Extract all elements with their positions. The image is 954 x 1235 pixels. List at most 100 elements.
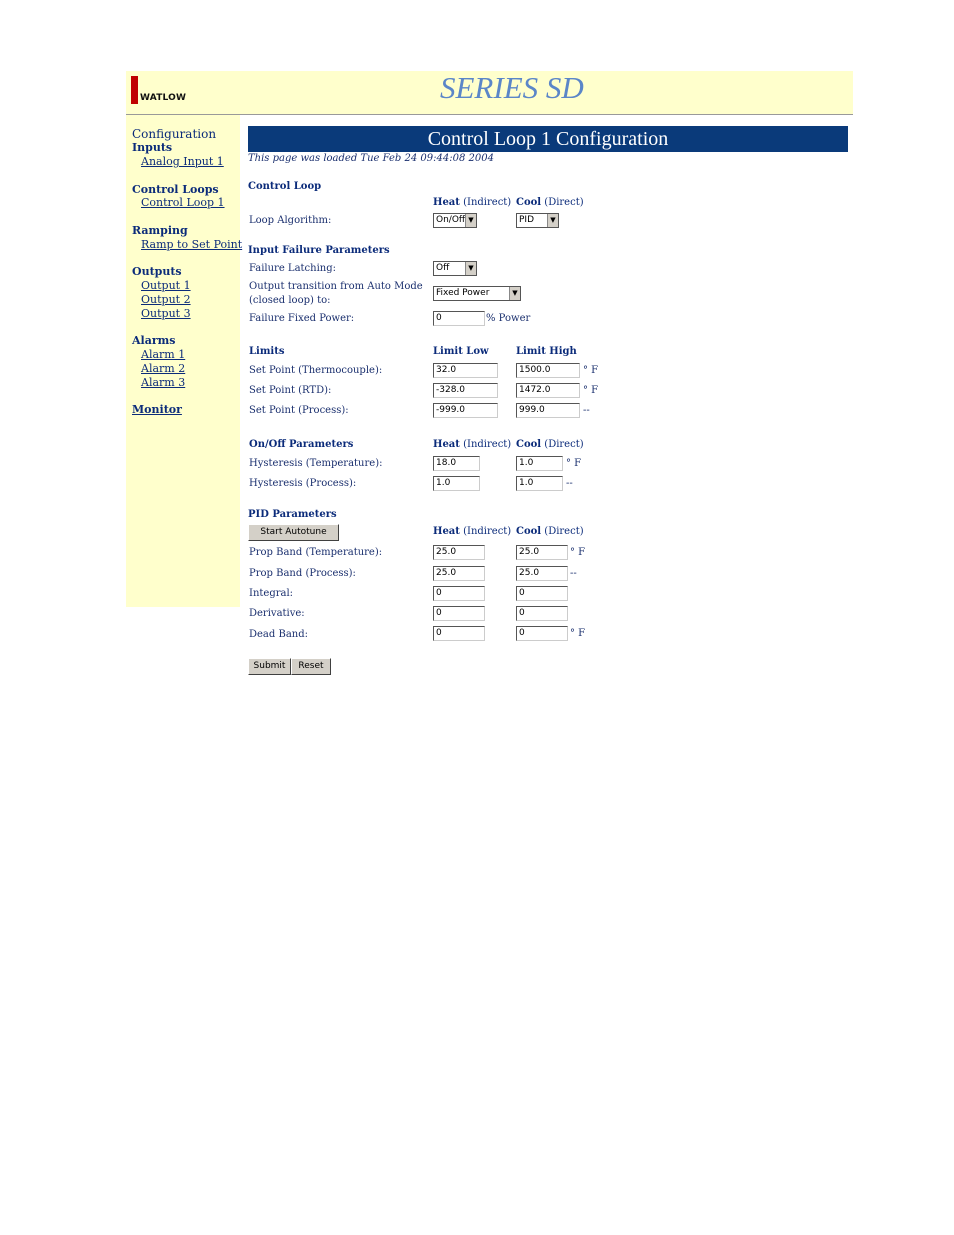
sidebar-heading-ramping: Ramping xyxy=(132,224,188,237)
sidebar-link-monitor[interactable]: Monitor xyxy=(132,403,182,416)
cool-algorithm-value: PID xyxy=(519,215,535,225)
cool-algorithm-select[interactable]: PID ▼ xyxy=(516,213,559,228)
hysteresis-unit: ° F xyxy=(566,458,582,469)
limit-low-input[interactable]: 32.0 xyxy=(433,363,498,378)
section-input-failure: Input Failure Parameters xyxy=(248,245,390,256)
output-transition-select[interactable]: Fixed Power ▼ xyxy=(433,286,521,301)
start-autotune-button[interactable]: Start Autotune xyxy=(248,524,339,541)
column-heat-suffix: (Indirect) xyxy=(459,197,512,208)
failure-fixed-power-input[interactable]: 0 xyxy=(433,311,485,326)
column-heat-indirect: Heat (Indirect) xyxy=(433,439,511,450)
dropdown-arrow-icon: ▼ xyxy=(465,262,476,275)
column-heat-word: Heat xyxy=(433,439,460,450)
pid-row-label: Dead Band: xyxy=(249,629,308,640)
column-cool-suffix: (Direct) xyxy=(541,197,584,208)
limit-unit: ° F xyxy=(583,385,599,396)
sidebar-link-alarm-1[interactable]: Alarm 1 xyxy=(141,348,185,361)
failure-fixed-power-label: Failure Fixed Power: xyxy=(249,313,355,324)
sidebar-heading-inputs: Inputs xyxy=(132,141,173,154)
hysteresis-cool-input[interactable]: 1.0 xyxy=(516,476,563,491)
output-transition-label-line1: Output transition from Auto Mode xyxy=(249,281,423,292)
column-heat-indirect: Heat (Indirect) xyxy=(433,526,511,537)
loop-algorithm-label: Loop Algorithm: xyxy=(249,215,332,226)
pid-cool-input[interactable]: 25.0 xyxy=(516,566,568,581)
hysteresis-heat-input[interactable]: 18.0 xyxy=(433,456,480,471)
logo-red-bar-icon xyxy=(131,76,138,104)
heat-algorithm-select[interactable]: On/Off ▼ xyxy=(433,213,477,228)
column-heat-indirect: Heat (Indirect) xyxy=(433,197,511,208)
hysteresis-label: Hysteresis (Process): xyxy=(249,478,357,489)
column-cool-word: Cool xyxy=(516,439,542,450)
sidebar-link-output-1[interactable]: Output 1 xyxy=(141,279,191,292)
section-control-loop: Control Loop xyxy=(248,181,322,192)
column-heat-word: Heat xyxy=(433,526,460,537)
pid-cool-input[interactable]: 0 xyxy=(516,586,568,601)
sidebar-heading-outputs: Outputs xyxy=(132,265,182,278)
pid-heat-input[interactable]: 0 xyxy=(433,586,485,601)
limit-row-label: Set Point (Process): xyxy=(249,405,349,416)
pid-heat-input[interactable]: 25.0 xyxy=(433,566,485,581)
failure-latching-value: Off xyxy=(436,263,450,273)
column-cool-suffix: (Direct) xyxy=(541,439,584,450)
pid-heat-input[interactable]: 0 xyxy=(433,626,485,641)
pid-unit: ° F xyxy=(570,547,586,558)
limit-high-input[interactable]: 1472.0 xyxy=(516,383,580,398)
output-transition-value: Fixed Power xyxy=(436,288,490,298)
limit-unit: -- xyxy=(583,405,590,416)
column-cool-direct: Cool (Direct) xyxy=(516,439,584,450)
pid-unit: -- xyxy=(570,568,577,579)
hysteresis-heat-input[interactable]: 1.0 xyxy=(433,476,480,491)
failure-latching-select[interactable]: Off ▼ xyxy=(433,261,477,276)
pid-cool-input[interactable]: 25.0 xyxy=(516,545,568,560)
column-heat-suffix: (Indirect) xyxy=(459,439,512,450)
hysteresis-label: Hysteresis (Temperature): xyxy=(249,458,383,469)
column-limit-low: Limit Low xyxy=(433,346,489,357)
pid-row-label: Prop Band (Process): xyxy=(249,568,356,579)
pid-row-label: Prop Band (Temperature): xyxy=(249,547,383,558)
limit-low-input[interactable]: -999.0 xyxy=(433,403,498,418)
section-pid: PID Parameters xyxy=(248,509,337,520)
hysteresis-unit: -- xyxy=(566,478,573,489)
dropdown-arrow-icon: ▼ xyxy=(465,214,476,227)
limit-unit: ° F xyxy=(583,365,599,376)
failure-latching-label: Failure Latching: xyxy=(249,263,337,274)
dropdown-arrow-icon: ▼ xyxy=(547,214,558,227)
pid-row-label: Integral: xyxy=(249,588,294,599)
column-limit-high: Limit High xyxy=(516,346,577,357)
pid-cool-input[interactable]: 0 xyxy=(516,606,568,621)
pid-row-label: Derivative: xyxy=(249,608,305,619)
limit-high-input[interactable]: 1500.0 xyxy=(516,363,580,378)
pid-heat-input[interactable]: 0 xyxy=(433,606,485,621)
failure-fixed-power-unit: % Power xyxy=(486,313,531,324)
pid-cool-input[interactable]: 0 xyxy=(516,626,568,641)
submit-button[interactable]: Submit xyxy=(248,658,291,675)
column-cool-suffix: (Direct) xyxy=(541,526,584,537)
sidebar-link-analog-input-1[interactable]: Analog Input 1 xyxy=(141,155,224,168)
limit-row-label: Set Point (RTD): xyxy=(249,385,332,396)
hysteresis-cool-input[interactable]: 1.0 xyxy=(516,456,563,471)
sidebar-link-control-loop-1[interactable]: Control Loop 1 xyxy=(141,196,225,209)
sidebar-heading-control-loops: Control Loops xyxy=(132,183,219,196)
section-onoff: On/Off Parameters xyxy=(249,439,354,450)
watlow-logo: WATLOW xyxy=(131,76,191,106)
dropdown-arrow-icon: ▼ xyxy=(509,287,520,300)
column-heat-suffix: (Indirect) xyxy=(459,526,512,537)
column-heat-word: Heat xyxy=(433,197,460,208)
limit-low-input[interactable]: -328.0 xyxy=(433,383,498,398)
sidebar-heading-alarms: Alarms xyxy=(132,334,176,347)
page-title: Control Loop 1 Configuration xyxy=(427,128,669,150)
sidebar-link-output-3[interactable]: Output 3 xyxy=(141,307,191,320)
heat-algorithm-value: On/Off xyxy=(436,215,466,225)
pid-unit: ° F xyxy=(570,628,586,639)
limit-row-label: Set Point (Thermocouple): xyxy=(249,365,383,376)
sidebar-link-output-2[interactable]: Output 2 xyxy=(141,293,191,306)
sidebar-link-ramp-to-set-point[interactable]: Ramp to Set Point xyxy=(141,238,242,251)
pid-heat-input[interactable]: 25.0 xyxy=(433,545,485,560)
reset-button[interactable]: Reset xyxy=(291,658,331,675)
page-loaded-timestamp: This page was loaded Tue Feb 24 09:44:08… xyxy=(248,153,494,164)
sidebar-link-alarm-2[interactable]: Alarm 2 xyxy=(141,362,185,375)
sidebar-link-alarm-3[interactable]: Alarm 3 xyxy=(141,376,185,389)
column-cool-word: Cool xyxy=(516,526,542,537)
limit-high-input[interactable]: 999.0 xyxy=(516,403,580,418)
column-cool-direct: Cool (Direct) xyxy=(516,197,584,208)
